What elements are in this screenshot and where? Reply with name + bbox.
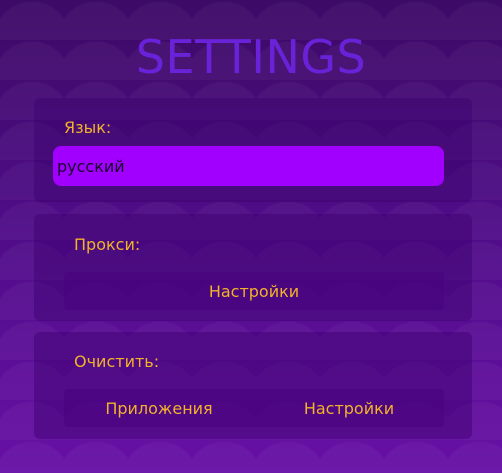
- proxy-label: Прокси:: [74, 235, 141, 254]
- clear-apps-button[interactable]: Приложения: [64, 389, 254, 427]
- language-panel: Язык: русский: [34, 98, 472, 202]
- clear-button-row: Приложения Настройки: [64, 389, 444, 427]
- page-title: SETTINGS: [135, 30, 367, 84]
- language-select[interactable]: русский: [53, 146, 444, 186]
- language-select-value: русский: [57, 156, 125, 176]
- proxy-settings-button[interactable]: Настройки: [64, 272, 444, 310]
- clear-label: Очистить:: [74, 352, 160, 371]
- proxy-button-row: Настройки: [64, 272, 444, 310]
- proxy-panel: Прокси: Настройки: [34, 214, 472, 321]
- clear-settings-button[interactable]: Настройки: [254, 389, 444, 427]
- clear-panel: Очистить: Приложения Настройки: [34, 332, 472, 439]
- language-label: Язык:: [64, 118, 112, 137]
